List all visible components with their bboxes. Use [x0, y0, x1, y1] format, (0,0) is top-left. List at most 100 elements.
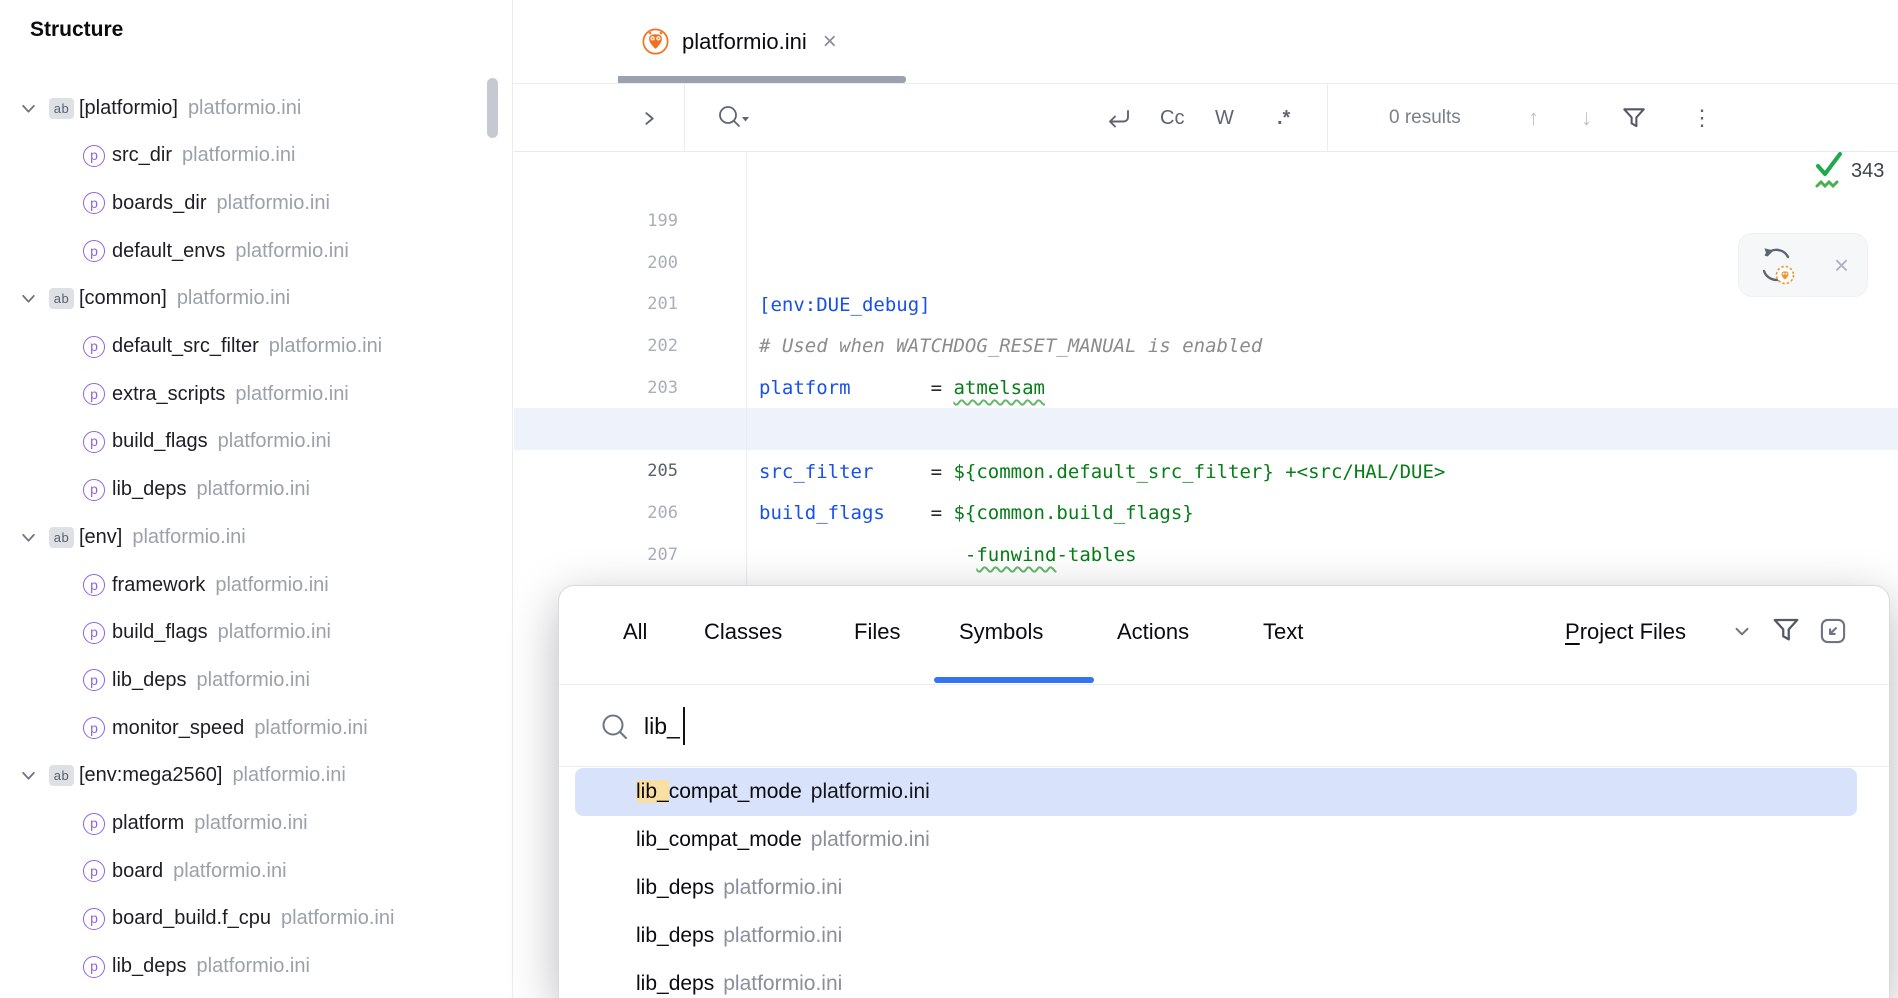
structure-tree-property[interactable]: p lib_depsplatformio.ini — [0, 466, 512, 514]
structure-tree-property[interactable]: p build_flagsplatformio.ini — [0, 418, 512, 466]
structure-tree-section[interactable]: ab [env:mega2560]platformio.ini — [0, 752, 512, 800]
popup-tab-text[interactable]: Text — [1263, 586, 1303, 678]
search-result-row[interactable]: lib_deps platformio.ini — [575, 912, 1857, 960]
tree-item-label: [common] — [79, 287, 167, 309]
chevron-down-icon[interactable] — [20, 529, 37, 546]
structure-tree-property[interactable]: p boards_dirplatformio.ini — [0, 179, 512, 227]
structure-tree-section[interactable]: ab [common]platformio.ini — [0, 275, 512, 323]
tree-item-label: build_flags — [112, 430, 208, 452]
result-symbol-name: lib_deps — [636, 924, 714, 948]
active-tab-underline — [618, 76, 906, 83]
find-bar-separator — [684, 84, 685, 152]
search-result-row[interactable]: lib_deps platformio.ini — [575, 864, 1857, 912]
inspections-widget[interactable]: 343 — [1814, 148, 1884, 194]
code-line: 208 — [514, 533, 1898, 575]
gutter-separator — [746, 152, 747, 592]
dismiss-reload-icon[interactable]: × — [1834, 255, 1849, 275]
editor-tab-strip: platformio.ini × — [514, 0, 1898, 84]
structure-tree-property[interactable]: p board_build.f_cpuplatformio.ini — [0, 895, 512, 943]
popup-tab-actions[interactable]: Actions — [1117, 586, 1189, 678]
structure-tree-property[interactable]: p lib_deps platformio.ini — [0, 656, 512, 704]
tree-item-label: lib_deps — [112, 669, 187, 691]
tree-item-file: platformio.ini — [177, 287, 290, 309]
property-icon: p — [83, 479, 105, 501]
filter-search-icon[interactable] — [1621, 84, 1647, 152]
tree-item-label: build_flags — [112, 621, 208, 643]
structure-tree-property[interactable]: p platformplatformio.ini — [0, 800, 512, 848]
property-icon: p — [83, 717, 105, 739]
structure-panel: Structure ab [platformio]platformio.ini … — [0, 0, 513, 998]
popup-tab-all[interactable]: All — [623, 586, 647, 678]
search-result-row[interactable]: lib_compat_mode platformio.ini — [575, 816, 1857, 864]
result-file-name: platformio.ini — [723, 924, 842, 948]
regex-button[interactable]: .* — [1277, 84, 1290, 152]
tree-item-file: platformio.ini — [188, 97, 301, 119]
structure-scrollbar-thumb[interactable] — [487, 78, 498, 138]
next-occurrence-button[interactable]: ↓ — [1581, 84, 1592, 152]
search-everywhere-popup: All Classes Files Symbols Actions Text Projec… — [558, 585, 1890, 998]
chevron-down-icon[interactable] — [20, 290, 37, 307]
search-everywhere-input[interactable]: lib_ — [559, 685, 1889, 767]
structure-tree-property[interactable]: p frameworkplatformio.ini — [0, 561, 512, 609]
structure-tree-property[interactable]: p boardplatformio.ini — [0, 847, 512, 895]
expand-search-chevron-icon[interactable] — [641, 84, 658, 152]
tree-item-file: platformio.ini — [235, 383, 348, 405]
tree-item-file: platformio.ini — [194, 812, 307, 834]
results-count: 0 results — [1389, 84, 1461, 152]
reload-platformio-icon[interactable] — [1755, 244, 1797, 286]
result-file-name: platformio.ini — [811, 828, 930, 852]
tree-item-label: board — [112, 860, 163, 882]
scope-chevron-down-icon[interactable] — [1731, 620, 1753, 642]
search-magnifier-icon[interactable] — [716, 84, 750, 152]
match-case-button[interactable]: Cc — [1160, 84, 1184, 152]
result-symbol-name: lib_deps — [636, 876, 714, 900]
structure-tree-property[interactable]: p default_src_filterplatformio.ini — [0, 323, 512, 371]
tree-item-file: platformio.ini — [232, 764, 345, 786]
more-options-icon[interactable]: ⋮ — [1691, 84, 1713, 152]
tree-item-file: platformio.ini — [218, 621, 331, 643]
tab-close-icon[interactable]: × — [823, 32, 837, 52]
editor-tab-platformio-ini[interactable]: platformio.ini × — [618, 0, 863, 83]
newline-icon[interactable] — [1103, 84, 1133, 152]
tree-item-file: platformio.ini — [269, 335, 382, 357]
popup-tab-classes[interactable]: Classes — [704, 586, 782, 678]
structure-tree-property[interactable]: p build_flagsplatformio.ini — [0, 609, 512, 657]
result-file-name: platformio.ini — [723, 876, 842, 900]
structure-tree-section[interactable]: ab [env]platformio.ini — [0, 513, 512, 561]
popup-tab-symbols[interactable]: Symbols — [959, 586, 1043, 678]
code-line: 205 build_flags = ${common.build_flags} — [514, 408, 1898, 450]
code-line: 203 board = due — [514, 325, 1898, 367]
search-result-row[interactable]: lib_compat_mode platformio.ini — [575, 768, 1857, 816]
popup-filter-icon[interactable] — [1771, 616, 1801, 644]
open-in-find-window-icon[interactable] — [1819, 617, 1847, 645]
scope-selector[interactable]: Project Files — [1565, 586, 1686, 678]
inspection-check-icon — [1814, 148, 1844, 194]
tree-item-file: platformio.ini — [235, 240, 348, 262]
property-icon: p — [83, 383, 105, 405]
search-result-row[interactable]: lib_deps platformio.ini — [575, 960, 1857, 998]
tree-item-file: platformio.ini — [197, 669, 310, 691]
property-icon: p — [83, 669, 105, 691]
code-line: 199 — [514, 158, 1898, 200]
structure-tree: ab [platformio]platformio.ini p src_dirp… — [0, 0, 512, 998]
chevron-down-icon[interactable] — [20, 100, 37, 117]
editor-tab-title: platformio.ini — [682, 29, 807, 55]
structure-tree-property[interactable]: p src_dirplatformio.ini — [0, 132, 512, 180]
platformio-logo-icon — [642, 28, 669, 55]
words-button[interactable]: W — [1215, 84, 1234, 152]
tree-item-label: board_build.f_cpu — [112, 907, 271, 929]
tree-item-file: platformio.ini — [182, 144, 295, 166]
structure-tree-property[interactable]: p monitor_speedplatformio.ini — [0, 704, 512, 752]
code-line: 206 -funwind-tables — [514, 450, 1898, 492]
tree-item-label: src_dir — [112, 144, 172, 166]
popup-tab-files[interactable]: Files — [854, 586, 900, 678]
structure-tree-property[interactable]: p lib_depsplatformio.ini — [0, 943, 512, 991]
chevron-down-icon[interactable] — [20, 767, 37, 784]
structure-tree-property[interactable]: p default_envsplatformio.ini — [0, 227, 512, 275]
tree-item-label: platform — [112, 812, 184, 834]
search-results-list: lib_compat_mode platformio.ini lib_compa… — [559, 768, 1889, 998]
search-everywhere-tabs: All Classes Files Symbols Actions Text Projec… — [559, 586, 1889, 685]
structure-tree-property[interactable]: p extra_scriptsplatformio.ini — [0, 370, 512, 418]
previous-occurrence-button[interactable]: ↑ — [1528, 84, 1539, 152]
structure-tree-section[interactable]: ab [platformio]platformio.ini — [0, 84, 512, 132]
